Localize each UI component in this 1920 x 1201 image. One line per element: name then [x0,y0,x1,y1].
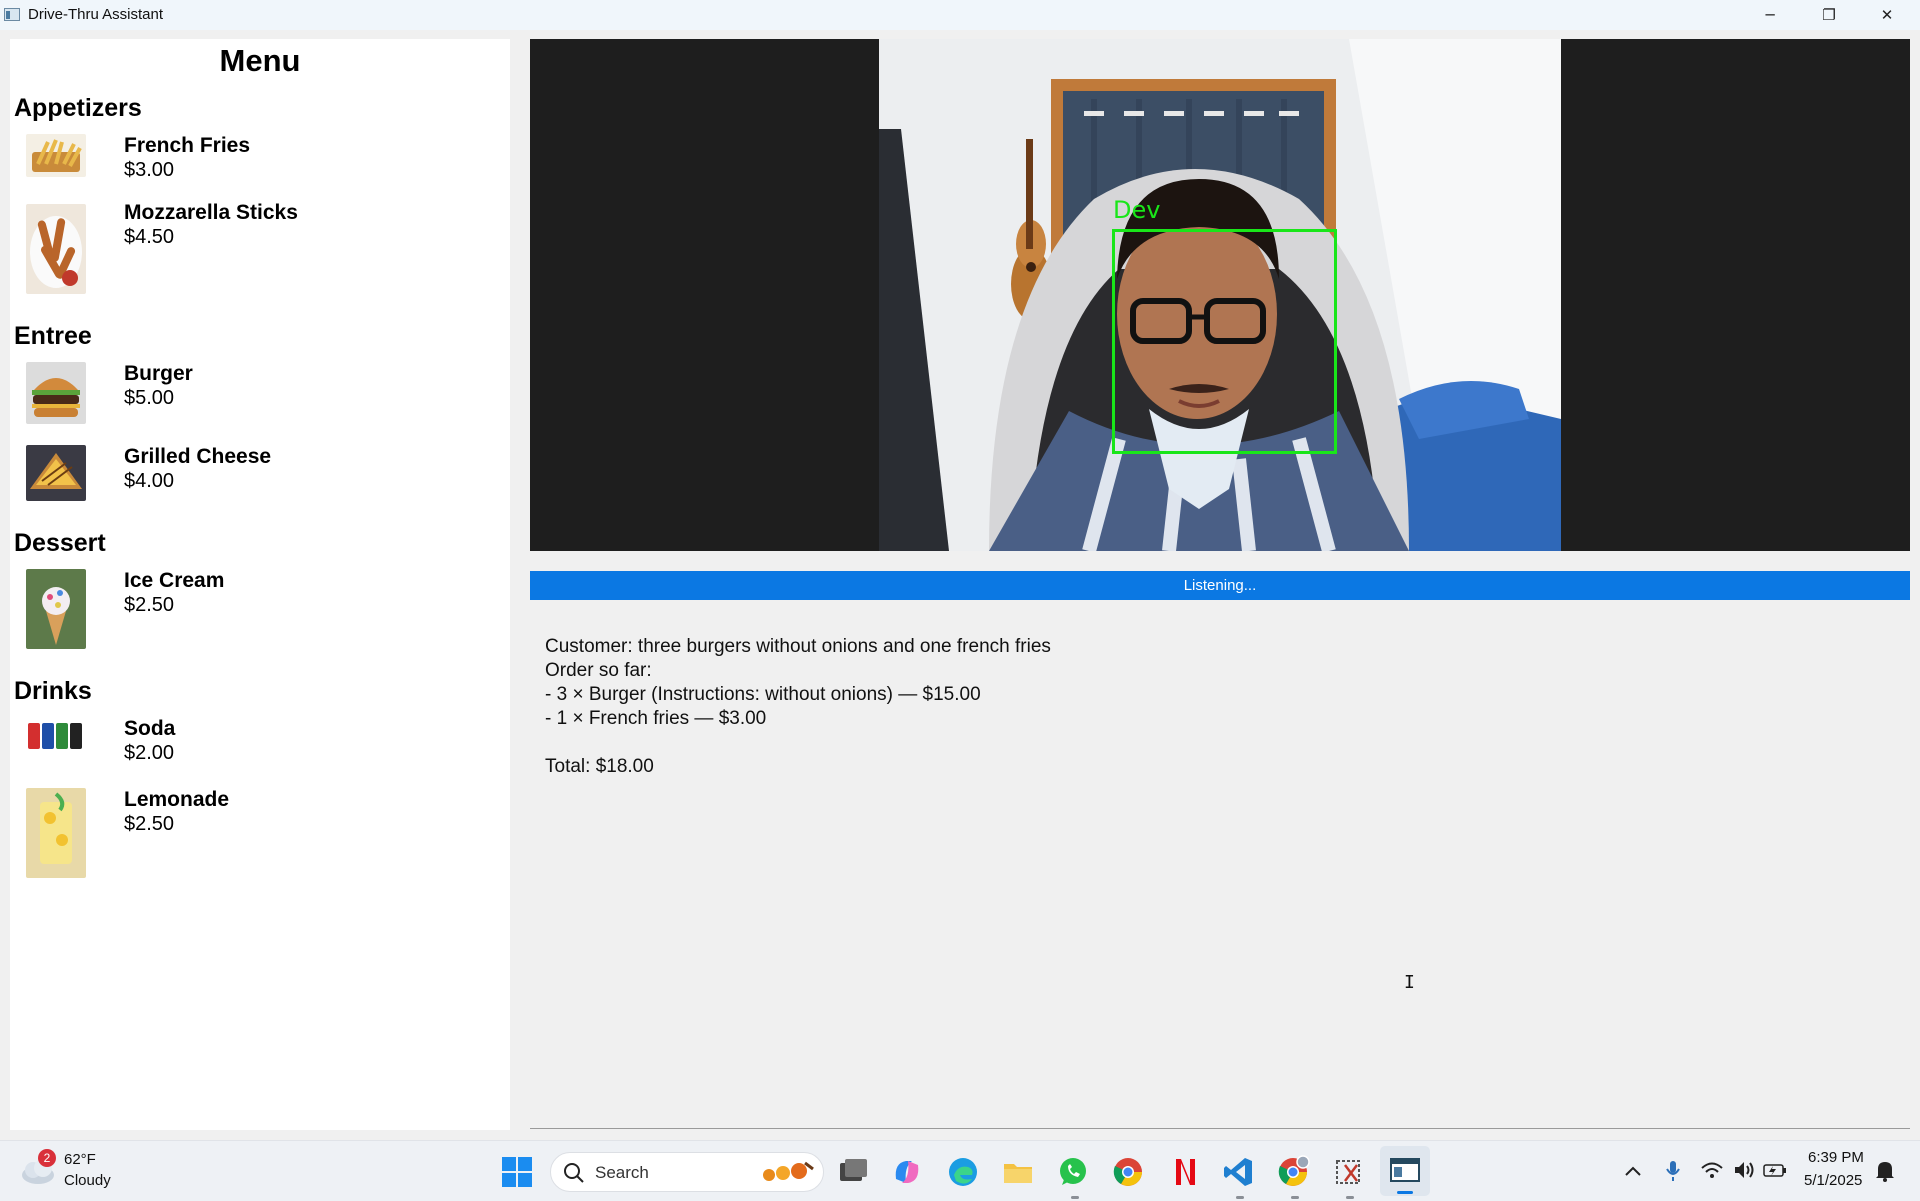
running-indicator [1346,1196,1354,1199]
window-title: Drive-Thru Assistant [28,6,164,23]
active-app-indicator [1397,1191,1413,1194]
close-button[interactable]: ✕ [1858,0,1916,30]
chrome-icon[interactable] [1111,1155,1145,1189]
edge-icon[interactable] [946,1155,980,1189]
face-label: Dev [1113,196,1161,224]
item-name: Burger [124,362,193,385]
listening-status-bar: Listening... [530,571,1910,600]
transcript-customer-line: Customer: three burgers without onions a… [545,636,1051,657]
item-price: $3.00 [124,159,175,181]
weather-temperature: 62°F [64,1151,96,1168]
transcript-order-line: - 1 × French fries — $3.00 [545,708,767,729]
notification-bell-icon[interactable] [1874,1159,1896,1183]
menu-panel: Menu Appetizers French Fries $3.00 Mozza… [10,39,510,1130]
item-name: French Fries [124,134,251,157]
category-dessert: Dessert [14,529,106,557]
soda-photo [26,717,86,755]
windows-start-icon[interactable] [500,1155,534,1189]
category-appetizers: Appetizers [14,94,142,122]
netflix-icon[interactable] [1166,1155,1200,1189]
app-window-icon [4,8,20,21]
chevron-up-icon[interactable] [1622,1163,1644,1179]
search-placeholder: Search [595,1163,649,1182]
microphone-icon[interactable] [1664,1159,1682,1183]
french-fries-photo [26,134,86,177]
copilot-icon[interactable] [890,1155,924,1189]
camera-feed: Dev [530,39,1910,551]
taskbar: 2 62°F Cloudy Search 6:39 PM 5/1/2025 [0,1140,1920,1201]
face-detection-box [1112,229,1337,454]
text-cursor-icon: I [1404,972,1415,993]
item-name: Grilled Cheese [124,445,272,468]
taskbar-search[interactable]: Search [550,1152,824,1192]
item-price: $4.00 [124,470,175,492]
snipping-tool-icon[interactable] [1331,1155,1365,1189]
transcript-total: Total: $18.00 [545,756,654,777]
menu-title: Menu [219,43,301,78]
search-highlight-icon [763,1161,814,1181]
weather-description: Cloudy [64,1172,111,1189]
wifi-icon[interactable] [1700,1159,1724,1181]
minimize-button[interactable]: ─ [1741,0,1799,30]
item-name: Mozzarella Sticks [124,201,298,224]
search-icon [564,1163,584,1183]
item-price: $4.50 [124,226,175,248]
item-name: Soda [124,717,176,740]
transcript-order-line: - 3 × Burger (Instructions: without onio… [545,684,981,705]
running-indicator [1236,1196,1244,1199]
item-name: Ice Cream [124,569,225,592]
notification-badge: 2 [38,1149,56,1167]
clock-time[interactable]: 6:39 PM [1808,1149,1864,1166]
item-price: $2.50 [124,813,175,835]
whatsapp-icon[interactable] [1056,1155,1090,1189]
running-indicator [1071,1196,1079,1199]
chrome-profile-icon[interactable] [1276,1155,1310,1189]
weather-widget[interactable]: 2 62°F Cloudy [0,1141,140,1201]
volume-icon[interactable] [1732,1159,1756,1181]
item-price: $2.50 [124,594,175,616]
file-explorer-icon[interactable] [1001,1155,1035,1189]
item-price: $2.00 [124,742,175,764]
drive-thru-app-icon [1390,1158,1420,1182]
mozzarella-sticks-photo [26,204,86,294]
maximize-button[interactable]: ❐ [1800,0,1858,30]
transcript-order-header: Order so far: [545,660,652,681]
window-title-bar: Drive-Thru Assistant ─ ❐ ✕ [0,0,1920,30]
ice-cream-photo [26,569,86,649]
order-transcript[interactable]: Customer: three burgers without onions a… [530,620,1910,1129]
category-drinks: Drinks [14,677,92,705]
drive-thru-app-taskbar-button[interactable] [1380,1146,1430,1196]
item-name: Lemonade [124,788,230,811]
category-entree: Entree [14,322,92,350]
grilled-cheese-photo [26,445,86,501]
burger-photo [26,362,86,424]
item-price: $5.00 [124,387,175,409]
task-view-icon[interactable] [836,1155,870,1189]
running-indicator [1291,1196,1299,1199]
vscode-icon[interactable] [1221,1155,1255,1189]
clock-date[interactable]: 5/1/2025 [1804,1172,1862,1189]
battery-icon[interactable] [1762,1161,1788,1179]
lemonade-photo [26,788,86,878]
